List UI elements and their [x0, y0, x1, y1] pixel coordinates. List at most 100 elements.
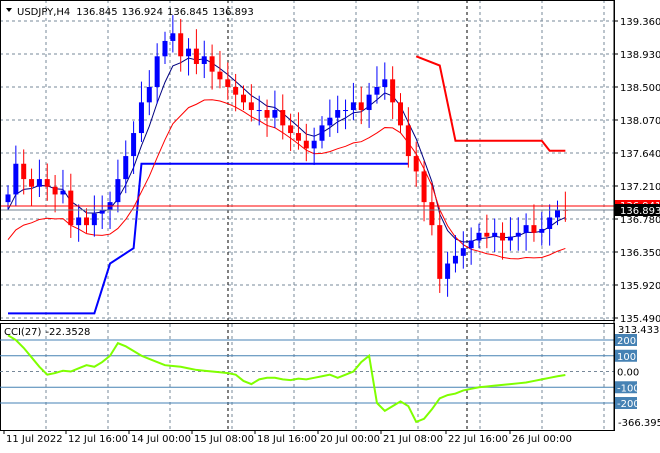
bull-candle	[201, 56, 207, 64]
price-axis: 139.360 138.930 138.500 138.070 137.640 137.2…	[613, 0, 660, 430]
bull-candle	[76, 217, 82, 226]
bear-candle	[303, 140, 309, 149]
bull-candle	[319, 125, 325, 141]
bear-candle	[209, 56, 215, 72]
bull-candle	[374, 87, 380, 95]
bull-candle	[170, 33, 176, 41]
bull-candle	[476, 232, 482, 241]
time-tick-label: 20 Jul 00:00	[320, 434, 380, 445]
bull-candle	[547, 217, 553, 229]
cci-panel	[0, 334, 614, 424]
bear-candle	[248, 102, 254, 111]
bear-candle	[500, 232, 506, 241]
price-tick-label: 135.490	[620, 314, 660, 325]
bull-candle	[507, 236, 513, 241]
bear-candle	[398, 102, 403, 126]
price-tick-label: 137.210	[620, 182, 660, 193]
bull-candle	[335, 110, 341, 118]
bull-candle	[343, 110, 349, 112]
bear-candle	[68, 190, 74, 226]
bear-candle	[484, 232, 490, 237]
cci-level-label: 100	[617, 352, 636, 363]
bear-candle	[233, 87, 239, 95]
bull-candle	[366, 94, 372, 111]
price-tick-label: 135.920	[620, 281, 660, 292]
time-tick-label: 22 Jul 16:00	[448, 434, 508, 445]
bear-candle	[29, 179, 35, 187]
bull-candle	[123, 156, 129, 180]
price-tick-label: 138.500	[620, 83, 660, 94]
cci-line	[7, 334, 566, 424]
red-stop-line	[415, 55, 566, 152]
dropdown-triangle-icon[interactable]	[6, 8, 12, 12]
price-tick-label: 138.930	[620, 50, 660, 61]
moving-averages	[7, 57, 566, 260]
ma-fast-line	[7, 57, 566, 243]
bull-candle	[256, 110, 262, 112]
time-tick-label: 11 Jul 2022	[6, 434, 63, 445]
bear-candle	[437, 225, 443, 279]
bear-candle	[288, 125, 294, 134]
bull-candle	[515, 232, 521, 237]
cci-level-label: -200	[617, 399, 640, 410]
cci-level-label: 0.00	[617, 368, 639, 379]
candles	[5, 15, 568, 297]
bull-candle	[91, 213, 97, 226]
bear-candle	[295, 133, 301, 141]
bull-candle	[452, 255, 458, 264]
bull-candle	[131, 133, 137, 157]
time-tick-label: 21 Jul 08:00	[383, 434, 443, 445]
bull-candle	[555, 209, 560, 218]
chart-canvas[interactable]: 139.360 138.930 138.500 138.070 137.640 137.2…	[0, 0, 660, 450]
bear-candle	[421, 171, 427, 203]
cci-level-label: 200	[617, 336, 636, 347]
current-price-label: 136.893	[620, 206, 660, 217]
bear-candle	[225, 79, 231, 88]
time-tick-label: 15 Jul 08:00	[194, 434, 254, 445]
bear-candle	[405, 125, 411, 157]
time-tick-label: 12 Jul 16:00	[68, 434, 128, 445]
bear-candle	[413, 156, 419, 172]
time-tick-label: 26 Jul 00:00	[512, 434, 572, 445]
bear-candle	[178, 33, 184, 57]
bull-candle	[36, 179, 42, 187]
bear-candle	[358, 102, 364, 111]
bull-candle	[162, 40, 168, 57]
bear-candle	[280, 110, 286, 126]
cci-title: CCI(27) -22.3528	[4, 327, 90, 338]
bull-candle	[327, 117, 333, 126]
bull-candle	[154, 56, 160, 88]
bear-candle	[21, 163, 27, 180]
bull-candle	[445, 263, 451, 279]
bear-candle	[217, 71, 223, 80]
main-panel-border	[0, 0, 615, 321]
bull-candle	[60, 190, 66, 195]
bull-candle	[138, 102, 144, 134]
bull-candle	[350, 102, 356, 111]
trading-chart-window[interactable]: 139.360 138.930 138.500 138.070 137.640 137.2…	[0, 0, 660, 450]
bull-candle	[13, 163, 19, 195]
bull-candle	[468, 240, 474, 249]
bear-candle	[241, 94, 246, 103]
bull-candle	[186, 48, 192, 57]
svg-text:USDJPY,H4136.845136.924136.845: USDJPY,H4 136.845 136.924 136.845 136.893	[17, 7, 254, 18]
bull-candle	[460, 248, 466, 256]
stop-lines	[8, 55, 566, 315]
time-tick-label: 14 Jul 00:00	[131, 434, 191, 445]
bull-candle	[272, 110, 278, 118]
price-tick-label: 139.360	[620, 17, 660, 28]
chart-header: USDJPY,H4 136.845 136.924 136.845 136.893	[6, 7, 254, 18]
bull-candle	[382, 79, 388, 88]
bull-candle	[539, 228, 545, 233]
cci-min-label: -366.3953	[618, 418, 660, 429]
bull-candle	[5, 194, 11, 203]
time-tick-label: 18 Jul 16:00	[257, 434, 317, 445]
cci-level-label: -100	[617, 383, 640, 394]
bull-candle	[492, 232, 498, 237]
bull-candle	[311, 140, 317, 149]
price-tick-label: 137.640	[620, 149, 660, 160]
symbol-label: USDJPY,H4	[17, 7, 70, 18]
bear-candle	[193, 48, 199, 64]
bull-candle	[523, 225, 529, 233]
bear-candle	[44, 179, 50, 187]
